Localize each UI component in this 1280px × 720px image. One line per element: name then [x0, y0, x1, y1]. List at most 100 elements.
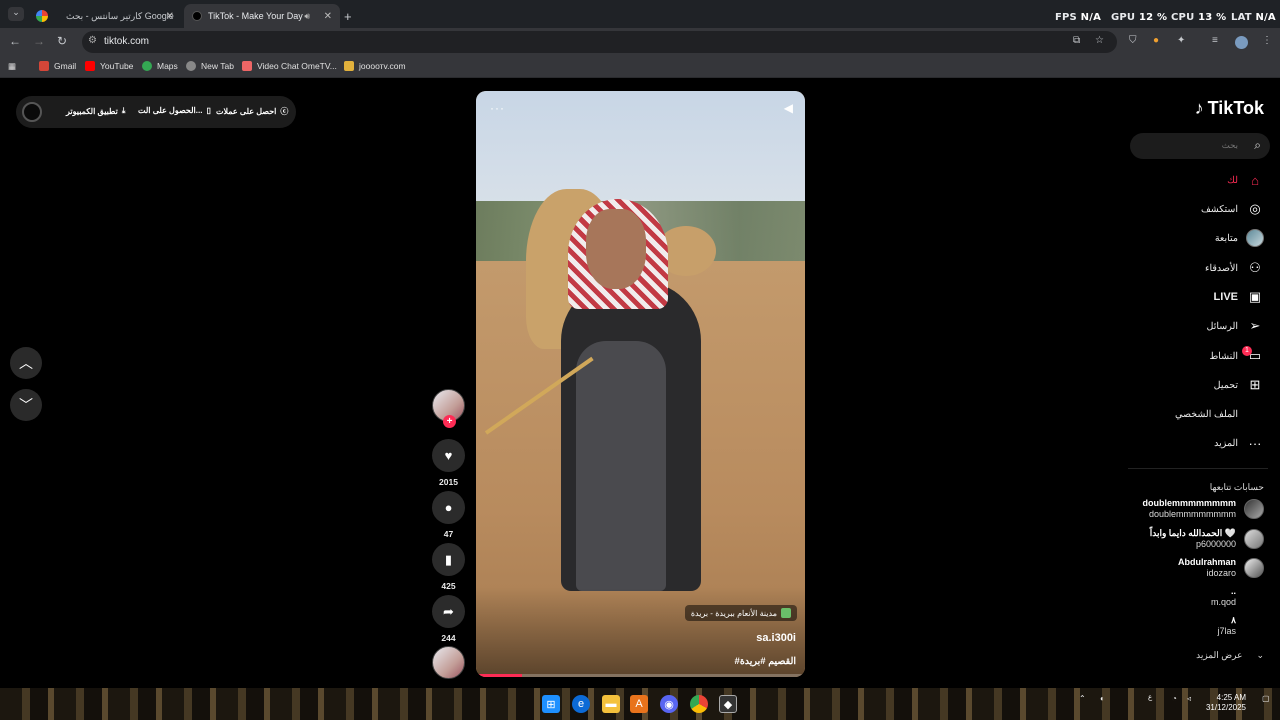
activity-badge: 1 — [1242, 346, 1252, 356]
menu-icon[interactable]: ⋮ — [1262, 35, 1272, 46]
following-account[interactable]: ٨ j7las — [1217, 615, 1264, 637]
video-author[interactable]: sa.i300i — [756, 632, 796, 644]
sidebar-item-following[interactable]: متابعة — [1215, 228, 1264, 248]
sidebar-item-upload[interactable]: تحميل ⊞ — [1214, 375, 1264, 395]
office-app-icon[interactable]: A — [630, 695, 648, 713]
comment-action[interactable]: ● 47 — [432, 491, 465, 539]
comment-icon[interactable]: ● — [432, 491, 465, 524]
avatar — [1244, 529, 1264, 549]
extension-icon[interactable]: ● — [1153, 35, 1159, 46]
save-action[interactable]: ▮ 425 — [432, 543, 465, 591]
see-more-link[interactable]: عرض المزيد ⌄ — [1196, 650, 1264, 661]
new-tab-button[interactable]: + — [344, 4, 362, 28]
video-caption[interactable]: #القصيم #بريدة — [735, 656, 796, 667]
share-count: 244 — [441, 633, 456, 643]
search-input[interactable]: بحث ⌕ — [1130, 133, 1270, 159]
following-account[interactable]: Abdulrahman idozaro — [1178, 557, 1264, 579]
following-account[interactable]: doublemmmmmmmm doublemmmmmmmm — [1142, 498, 1264, 520]
tab-google[interactable]: کارتیر سانتس - بحث Google ✕ — [28, 4, 180, 28]
url-text[interactable]: tiktok.com — [104, 36, 149, 47]
sidebar-item-activity[interactable]: النشاط ▭ — [1209, 346, 1264, 366]
previous-video-button[interactable]: ︿ — [10, 347, 42, 379]
profile-avatar[interactable] — [1235, 36, 1248, 49]
speaker-icon[interactable]: 🔊︎ — [304, 11, 310, 22]
back-icon[interactable]: ← — [9, 34, 21, 48]
taskbar-clock[interactable]: 4:25 AM 31/12/2025 — [1206, 693, 1246, 713]
sidebar-item-for-you[interactable]: لك ⌂ — [1227, 170, 1264, 190]
edge-icon[interactable]: e — [572, 695, 590, 713]
bookmark-maps[interactable]: Maps — [142, 61, 178, 71]
sidebar-divider — [1128, 468, 1268, 469]
wifi-icon[interactable]: ◔ — [1172, 694, 1177, 703]
bookmark-gmail[interactable]: Gmail — [39, 61, 76, 71]
sound-avatar[interactable] — [432, 646, 465, 679]
ometv-icon — [242, 61, 252, 71]
location-tag[interactable]: مدينة الأنعام ببريدة - بريدة — [684, 605, 797, 621]
site-info-icon[interactable]: ⚙ — [88, 35, 97, 46]
bookmark-star-icon[interactable]: ☆ — [1095, 35, 1104, 46]
youtube-icon — [85, 61, 95, 71]
sidebar-item-messages[interactable]: الرسائل ➢ — [1207, 316, 1264, 336]
media-icon[interactable]: ≡ — [1212, 35, 1218, 46]
file-explorer-icon[interactable]: ▬ — [602, 695, 620, 713]
tiktok-logo[interactable]: ♪ TikTok — [1195, 98, 1264, 119]
get-coins-link[interactable]: احصل على عملات ⓒ — [216, 106, 288, 117]
bookmark-youtube[interactable]: YouTube — [85, 61, 133, 71]
send-icon: ➢ — [1249, 318, 1261, 333]
bookmark-ometv[interactable]: Video Chat OmeTV... — [242, 61, 337, 71]
reload-icon[interactable]: ↻ — [57, 34, 67, 48]
bookmark-new-tab[interactable]: New Tab — [186, 61, 234, 71]
forward-icon[interactable]: → — [33, 34, 45, 48]
discord-icon[interactable]: ◉ — [660, 695, 678, 713]
next-video-button[interactable]: ﹀ — [10, 389, 42, 421]
speaker-icon[interactable]: ◃ — [1187, 694, 1191, 703]
fps-readout: FPS N/A — [1055, 12, 1102, 23]
sidebar-item-more[interactable]: المزيد ··· — [1214, 433, 1264, 453]
video-player[interactable]: ··· ◀︎ مدينة الأنعام ببريدة - بريدة sa.i… — [476, 91, 805, 677]
man-robe — [576, 341, 666, 591]
home-icon: ⌂ — [1251, 172, 1259, 188]
video-progress-bar[interactable] — [476, 674, 805, 677]
sidebar-item-explore[interactable]: استكشف ◎ — [1201, 199, 1264, 219]
sidebar-item-profile[interactable]: الملف الشخصي — [1175, 404, 1264, 424]
follow-plus-icon[interactable]: + — [443, 415, 456, 428]
video-progress-fill — [476, 674, 523, 677]
windows-taskbar: ⊞ e ▬ A ◉ ◆ ⌃ ◐ ع ◔ ◃ 4:25 AM 31/12/2025… — [0, 688, 1280, 720]
close-tab-icon[interactable]: ✕ — [166, 11, 174, 22]
tray-chevron-icon[interactable]: ⌃ — [1079, 694, 1086, 703]
tab-title: TikTok - Make Your Day — [208, 11, 303, 21]
volume-icon[interactable]: ◀︎ — [784, 101, 793, 115]
like-action[interactable]: ♥ 2015 — [432, 439, 465, 487]
following-account[interactable]: الحمدالله دايما وابداً 🤍 p6000000 — [1150, 528, 1264, 550]
active-app-icon[interactable]: ◆ — [719, 695, 737, 713]
share-action[interactable]: ➦ 244 — [432, 595, 465, 643]
sidebar-item-friends[interactable]: الأصدقاء ⚇ — [1205, 258, 1264, 278]
notification-icon[interactable]: ▢ — [1262, 694, 1270, 703]
search-icon[interactable]: ⌕ — [1254, 138, 1261, 153]
get-app-link[interactable]: الحصول على الت... ▯ — [138, 106, 211, 115]
tab-search-button[interactable]: ⌄ — [8, 7, 24, 21]
bookmark-icon[interactable]: ▮ — [432, 543, 465, 576]
address-bar[interactable]: ⚙ tiktok.com — [82, 31, 1117, 53]
share-icon[interactable]: ➦ — [432, 595, 465, 628]
like-count: 2015 — [439, 477, 458, 487]
heart-icon[interactable]: ♥ — [432, 439, 465, 472]
video-more-icon[interactable]: ··· — [490, 101, 505, 115]
creator-avatar[interactable]: + — [432, 389, 465, 428]
puzzle-icon[interactable]: ✦ — [1177, 35, 1185, 46]
bookmark-joootv[interactable]: joooотv.com — [344, 61, 406, 71]
following-account[interactable]: .. m.qod — [1211, 586, 1264, 608]
apps-icon[interactable]: ▦ — [8, 61, 16, 72]
windows-start-icon[interactable]: ⊞ — [542, 695, 560, 713]
tray-app-icon[interactable]: ◐ — [1100, 694, 1105, 703]
language-indicator[interactable]: ع — [1148, 694, 1152, 702]
close-tab-icon[interactable]: ✕ — [324, 11, 332, 22]
install-app-icon[interactable]: ⧉ — [1073, 35, 1080, 46]
desktop-app-link[interactable]: تطبيق الكمبيوتر ⤓ — [66, 106, 125, 116]
upload-icon: ⊞ — [1249, 377, 1261, 392]
joootv-icon — [344, 61, 354, 71]
sidebar-item-live[interactable]: LIVE ▣ — [1214, 287, 1264, 307]
chrome-icon[interactable] — [690, 695, 708, 713]
shield-icon[interactable]: ⛉ — [1129, 35, 1137, 46]
tab-tiktok[interactable]: TikTok - Make Your Day 🔊︎ ✕ — [184, 4, 340, 28]
